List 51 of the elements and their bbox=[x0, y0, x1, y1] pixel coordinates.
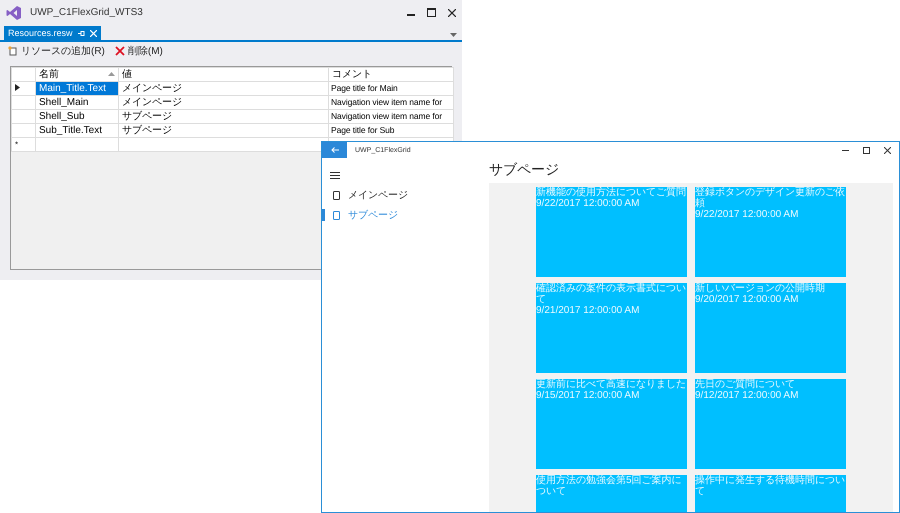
card-title: 更新前に比べて高速になりました bbox=[536, 379, 686, 390]
toolbar-button[interactable]: リソースの追加(R) bbox=[8, 44, 105, 58]
back-button[interactable] bbox=[322, 142, 347, 158]
table-cell[interactable]: Shell_Sub bbox=[36, 110, 118, 124]
table-cell[interactable]: Navigation view item name for bbox=[328, 110, 454, 124]
card-date: 9/20/2017 12:00:00 AM bbox=[695, 294, 798, 305]
table-cell[interactable]: メインページ bbox=[118, 96, 328, 110]
table-cell[interactable]: サブページ bbox=[118, 110, 328, 124]
card-title: 確認済みの案件の表示書式について bbox=[536, 283, 687, 305]
page-title: サブページ bbox=[489, 161, 559, 177]
table-cell[interactable]: Page title for Sub bbox=[328, 124, 454, 138]
table-cell[interactable]: Main_Title.Text bbox=[36, 82, 118, 96]
table-cell[interactable]: Page title for Main bbox=[328, 82, 454, 96]
card-title: 先日のご質問について bbox=[695, 379, 795, 390]
maximize-icon[interactable] bbox=[427, 8, 436, 17]
close-icon[interactable] bbox=[448, 8, 456, 16]
delete-icon bbox=[114, 46, 125, 56]
column-header[interactable]: 値 bbox=[118, 68, 328, 82]
menu-icon bbox=[330, 172, 340, 179]
back-arrow-icon bbox=[330, 147, 338, 153]
table-cell[interactable]: Shell_Main bbox=[36, 96, 118, 110]
table-cell[interactable]: Navigation view item name for bbox=[328, 96, 454, 110]
table-cell[interactable]: サブページ bbox=[118, 124, 328, 138]
card-date: 9/15/2017 12:00:00 AM bbox=[536, 390, 640, 401]
card-date: 9/12/2017 12:00:00 AM bbox=[695, 390, 798, 401]
pin-icon[interactable] bbox=[78, 30, 85, 36]
new-row-marker: * bbox=[15, 140, 18, 149]
page-icon bbox=[333, 210, 340, 220]
toolbar-button[interactable]: 削除(M) bbox=[114, 44, 163, 58]
card-title: 新しいバージョンの公開時期 bbox=[695, 283, 825, 294]
dropdown-caret-icon[interactable] bbox=[450, 33, 457, 37]
close-icon[interactable] bbox=[884, 146, 891, 154]
card-title: 新機能の使用方法についてご質問 bbox=[536, 187, 686, 198]
window-title: UWP_C1FlexGrid_WTS3 bbox=[30, 7, 144, 18]
maximize-icon[interactable] bbox=[863, 146, 870, 154]
table-cell[interactable]: メインページ bbox=[118, 82, 328, 96]
card-title: 使用方法の勉強会第5回ご案内について bbox=[536, 475, 683, 497]
card-title: 登録ボタンのデザイン更新のご依頼 bbox=[695, 187, 846, 209]
card-date: 9/21/2017 12:00:00 AM bbox=[536, 305, 640, 316]
document-tab[interactable]: Resources.resw bbox=[4, 26, 101, 40]
nav-item[interactable]: メインページ bbox=[322, 189, 489, 201]
page-icon bbox=[333, 190, 340, 200]
sort-arrow-icon bbox=[108, 72, 115, 76]
table-cell[interactable]: Sub_Title.Text bbox=[36, 124, 118, 138]
card-title: 操作中に発生する待機時間について bbox=[695, 475, 846, 497]
app-logo-icon bbox=[6, 4, 22, 20]
card-date: 9/22/2017 12:00:00 AM bbox=[536, 198, 640, 209]
add-resource-icon bbox=[8, 46, 18, 56]
card-date: 9/22/2017 12:00:00 AM bbox=[695, 209, 798, 220]
column-header[interactable]: 名前 bbox=[36, 68, 118, 82]
column-header[interactable]: コメント bbox=[328, 68, 454, 82]
